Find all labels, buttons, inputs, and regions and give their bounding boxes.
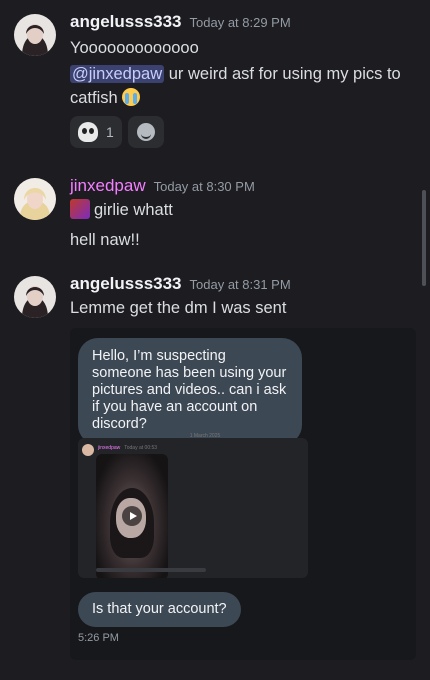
message-text: Yooooooooooooo (70, 39, 199, 57)
embedded-footer (96, 568, 206, 572)
dm-bubble: Hello, I’m suspecting someone has been u… (78, 338, 302, 445)
dm-bubble: Is that your account? (78, 592, 241, 627)
message-text: Lemme get the dm I was sent (70, 299, 287, 317)
add-reaction-button[interactable] (127, 116, 164, 148)
reaction-count: 1 (106, 124, 114, 140)
timestamp: Today at 8:30 PM (153, 179, 255, 194)
reaction-ghost[interactable]: 1 (70, 116, 122, 148)
message-text: @jinxedpaw ur weird asf for using my pic… (70, 62, 401, 86)
reactions: 1 (70, 116, 164, 148)
play-icon (122, 506, 142, 526)
avatar (82, 444, 94, 456)
message-text: girlie whatt (70, 198, 173, 222)
embedded-screenshot: jinxedpaw Today at 00:53 (78, 438, 308, 578)
ghost-emoji-icon (78, 122, 98, 142)
timestamp: Today at 8:31 PM (189, 277, 291, 292)
timestamp: Today at 8:29 PM (189, 15, 291, 30)
message-text-fragment: ur weird asf for using my pics to (164, 65, 401, 83)
avatar[interactable] (14, 276, 56, 318)
message-text-fragment: girlie whatt (94, 201, 173, 219)
sob-emoji-icon (122, 88, 141, 106)
avatar-jinxedpaw-icon (14, 178, 56, 220)
avatar-angelusss333-icon (14, 276, 56, 318)
avatar[interactable] (14, 14, 56, 56)
timestamp: Today at 00:53 (124, 445, 158, 451)
message-text: hell naw!! (70, 231, 140, 249)
username[interactable]: angelusss333 (70, 12, 182, 31)
embedded-message-header: jinxedpaw Today at 00:53 (98, 445, 157, 451)
mention-jinxedpaw[interactable]: @jinxedpaw (70, 65, 165, 83)
sticker-icon (70, 199, 90, 219)
add-reaction-icon (136, 123, 155, 141)
message-text: catfish (70, 86, 141, 110)
username[interactable]: angelusss333 (70, 274, 182, 293)
attachment-image[interactable]: Hello, I’m suspecting someone has been u… (70, 328, 416, 660)
username: jinxedpaw (98, 445, 121, 451)
username[interactable]: jinxedpaw (70, 176, 146, 195)
dm-timestamp: 5:26 PM (78, 632, 119, 644)
video-thumbnail (96, 454, 168, 578)
message-text-fragment: catfish (70, 89, 123, 107)
avatar-angelusss333-icon (14, 14, 56, 56)
scrollbar[interactable] (422, 190, 426, 286)
avatar[interactable] (14, 178, 56, 220)
